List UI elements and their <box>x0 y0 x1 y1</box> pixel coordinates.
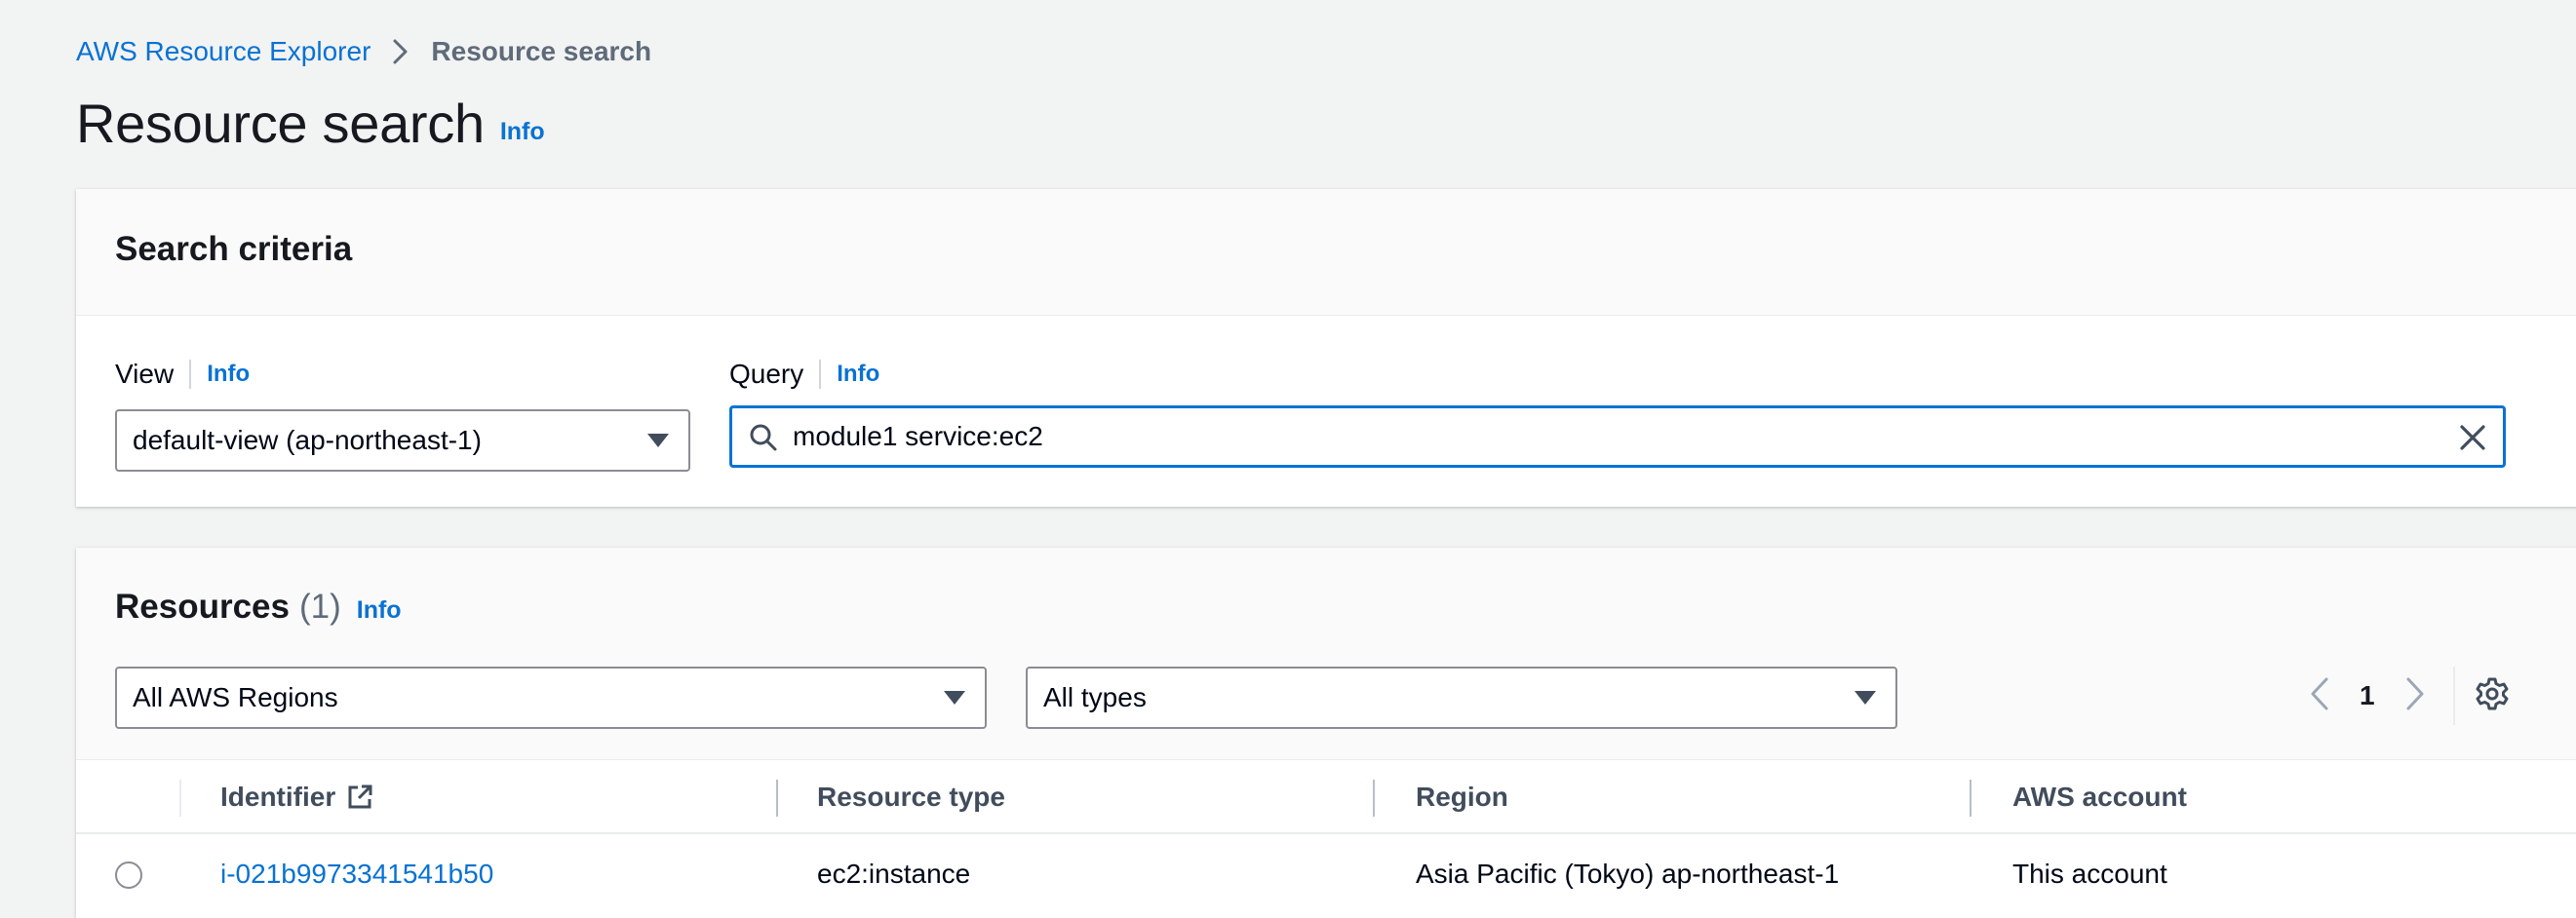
view-info-link[interactable]: Info <box>207 361 250 388</box>
aws-account-cell: This account <box>2012 859 2167 889</box>
close-icon[interactable] <box>2456 421 2489 461</box>
query-search-field[interactable] <box>729 405 2506 468</box>
resource-type-cell: ec2:instance <box>817 859 971 889</box>
label-divider <box>819 360 822 389</box>
caret-down-icon <box>647 434 669 447</box>
pagination: 1 <box>2309 667 2510 725</box>
view-select-value: default-view (ap-northeast-1) <box>133 425 482 455</box>
breadcrumb-link-resource-explorer[interactable]: AWS Resource Explorer <box>76 36 371 67</box>
page-title: Resource search <box>76 92 485 154</box>
page-header: Resource search Info <box>76 88 545 158</box>
page: AWS Resource Explorer Resource search Re… <box>0 0 2576 918</box>
resources-count: (1) <box>298 588 341 626</box>
type-filter-value: All types <box>1043 682 1147 712</box>
external-link-icon <box>345 783 374 812</box>
region-filter-select[interactable]: All AWS Regions <box>115 667 987 729</box>
column-divider[interactable] <box>1373 780 1375 817</box>
caret-down-icon <box>944 691 965 705</box>
resources-title-row: Resources (1) Info <box>115 583 402 631</box>
view-label-row: View Info <box>115 355 250 394</box>
page-info-link[interactable]: Info <box>500 118 545 146</box>
label-divider <box>189 360 192 389</box>
chevron-right-icon[interactable] <box>2404 676 2426 716</box>
gear-icon[interactable] <box>2475 676 2510 716</box>
chevron-right-icon <box>392 38 410 65</box>
search-criteria-title: Search criteria <box>115 230 353 268</box>
search-icon <box>748 422 779 460</box>
breadcrumb: AWS Resource Explorer Resource search <box>76 32 651 71</box>
resources-info-link[interactable]: Info <box>357 596 402 625</box>
type-filter-select[interactable]: All types <box>1026 667 1897 729</box>
region-cell: Asia Pacific (Tokyo) ap-northeast-1 <box>1416 859 1840 889</box>
chevron-left-icon[interactable] <box>2309 676 2330 716</box>
row-select-radio[interactable] <box>115 861 142 889</box>
resource-identifier-link[interactable]: i-021b9973341541b50 <box>220 834 493 914</box>
column-header-identifier[interactable]: Identifier <box>220 760 374 834</box>
search-criteria-header <box>76 189 2576 316</box>
query-label-row: Query Info <box>729 355 879 394</box>
caret-down-icon <box>1854 691 1876 705</box>
table-header: Identifier Resource type Region AWS acco… <box>76 760 2576 834</box>
view-label: View <box>115 359 175 389</box>
query-info-link[interactable]: Info <box>837 361 879 388</box>
pager-divider <box>2452 667 2455 725</box>
column-header-resource-type[interactable]: Resource type <box>817 760 1005 834</box>
search-criteria-panel: Search criteria View Info default-view (… <box>76 189 2576 507</box>
column-header-region[interactable]: Region <box>1416 760 1508 834</box>
breadcrumb-current: Resource search <box>431 36 652 66</box>
column-divider[interactable] <box>1970 780 1971 817</box>
column-divider <box>179 780 181 817</box>
query-input[interactable] <box>793 408 2450 465</box>
page-number[interactable]: 1 <box>2360 680 2375 711</box>
resources-panel: Resources (1) Info All AWS Regions All t… <box>76 548 2576 918</box>
table-row: i-021b9973341541b50 ec2:instance Asia Pa… <box>76 834 2576 918</box>
view-select[interactable]: default-view (ap-northeast-1) <box>115 409 690 472</box>
column-divider[interactable] <box>776 780 778 817</box>
query-label: Query <box>729 359 804 389</box>
resources-title: Resources <box>115 588 290 626</box>
column-header-aws-account[interactable]: AWS account <box>2012 760 2187 834</box>
region-filter-value: All AWS Regions <box>133 682 338 712</box>
